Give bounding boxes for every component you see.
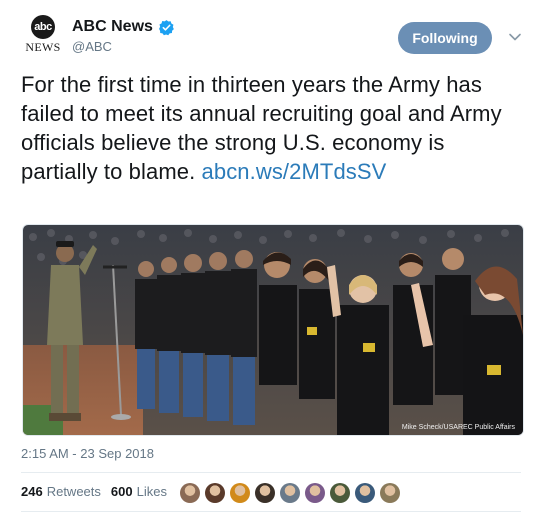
avatar-news-word: NEWS	[25, 40, 61, 54]
tweet-photo[interactable]: Mike Scheck/USAREC Public Affairs	[22, 224, 524, 436]
liker-avatar[interactable]	[305, 483, 325, 503]
liker-avatar[interactable]	[280, 483, 300, 503]
liker-avatar[interactable]	[255, 483, 275, 503]
liker-avatar[interactable]	[180, 483, 200, 503]
timestamp[interactable]: 2:15 AM - 23 Sep 2018	[21, 446, 154, 461]
avatar[interactable]: abc NEWS	[22, 14, 64, 56]
liker-avatar[interactable]	[230, 483, 250, 503]
liker-avatar[interactable]	[330, 483, 350, 503]
tweet-text: For the first time in thirteen years the…	[21, 70, 521, 186]
tweet-header: abc NEWS ABC News @ABC Following	[0, 0, 542, 64]
handle[interactable]: @ABC	[72, 39, 175, 54]
following-button[interactable]: Following	[398, 22, 492, 54]
divider-bottom	[21, 511, 521, 512]
name-block: ABC News @ABC	[72, 18, 175, 54]
display-name[interactable]: ABC News	[72, 18, 153, 36]
liker-avatar[interactable]	[380, 483, 400, 503]
verified-badge-icon	[158, 19, 174, 35]
photo-credit: Mike Scheck/USAREC Public Affairs	[401, 424, 515, 431]
abc-logo: abc	[31, 15, 55, 39]
retweets-label: Retweets	[46, 484, 101, 499]
likes-label: Likes	[136, 484, 167, 499]
liker-avatar[interactable]	[355, 483, 375, 503]
display-name-row[interactable]: ABC News	[72, 18, 175, 36]
liker-avatar[interactable]	[205, 483, 225, 503]
chevron-down-icon[interactable]	[508, 30, 522, 44]
photo-scene	[23, 225, 523, 435]
likers-avatars	[180, 483, 405, 503]
engagement-stats: 246 Retweets 600 Likes	[21, 484, 177, 499]
likes-stat[interactable]: 600 Likes	[111, 484, 167, 499]
tweet-link[interactable]: abcn.ws/2MTdsSV	[202, 159, 387, 184]
likes-count: 600	[110, 484, 133, 499]
divider-top	[21, 472, 521, 473]
retweets-count: 246	[21, 484, 43, 499]
retweets-stat[interactable]: 246 Retweets	[21, 484, 101, 499]
